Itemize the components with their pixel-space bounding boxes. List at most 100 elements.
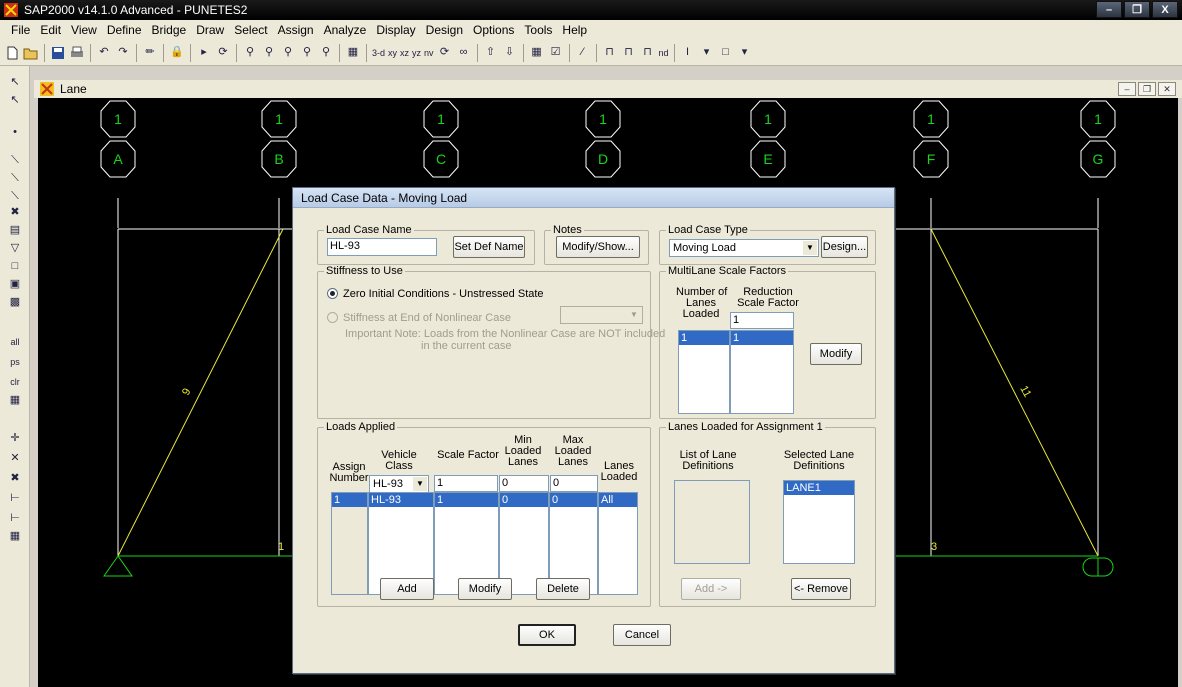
assign-number-list[interactable]: 1 [331, 492, 368, 595]
menu-edit[interactable]: Edit [35, 23, 66, 37]
quick-draw-frame-icon[interactable]: ⟍ [7, 170, 23, 186]
menu-analyze[interactable]: Analyze [319, 23, 372, 37]
vehicle-class-select[interactable]: HL-93 ▼ [369, 475, 429, 493]
nd-button[interactable]: nd [659, 48, 669, 58]
previous-selection-button[interactable]: ps [7, 354, 23, 370]
i-section-icon[interactable]: I [680, 45, 696, 61]
menu-draw[interactable]: Draw [191, 23, 229, 37]
new-file-icon[interactable] [4, 45, 20, 61]
delete-load-button[interactable]: Delete [536, 578, 590, 600]
draw-brace-icon[interactable]: ⟍ [7, 188, 23, 204]
draw-point-icon[interactable]: • [7, 124, 23, 140]
add-lane-button[interactable]: Add -> [681, 578, 741, 600]
table-row[interactable]: HL-93 [369, 493, 433, 507]
snap-perpendicular-icon[interactable]: ⊢ [7, 490, 23, 506]
reshape-icon[interactable]: ↖ [7, 92, 23, 108]
redo-icon[interactable]: ↷ [115, 45, 131, 61]
menu-assign[interactable]: Assign [273, 23, 319, 37]
snap-lines-icon[interactable]: ⊢ [7, 510, 23, 526]
select-all-button[interactable]: all [7, 334, 23, 350]
add-load-button[interactable]: Add [380, 578, 434, 600]
zoom-previous-icon[interactable]: ⚲ [318, 45, 334, 61]
units-icon[interactable]: ⁄ [575, 45, 591, 61]
dropdown-arrow-icon[interactable]: ▾ [737, 45, 753, 61]
modify-load-button[interactable]: Modify [458, 578, 512, 600]
table-row[interactable]: 1 [435, 493, 498, 507]
table-row[interactable]: 0 [500, 493, 548, 507]
run-icon[interactable]: ▸ [196, 45, 212, 61]
list-item[interactable]: 1 [731, 331, 793, 345]
zoom-window-icon[interactable]: ⚲ [242, 45, 258, 61]
menu-select[interactable]: Select [229, 23, 272, 37]
list-item[interactable]: 1 [679, 331, 729, 345]
intersecting-line-icon[interactable]: ▦ [7, 392, 23, 408]
modify-show-notes-button[interactable]: Modify/Show... [556, 236, 640, 258]
design-button[interactable]: Design... [821, 236, 868, 258]
load-case-type-select[interactable]: Moving Load ▼ [669, 239, 819, 257]
menu-design[interactable]: Design [421, 23, 468, 37]
child-restore-button[interactable]: ❐ [1138, 82, 1156, 96]
table-row[interactable]: 0 [550, 493, 597, 507]
max-loaded-lanes-input[interactable]: 0 [550, 475, 598, 492]
refresh-icon[interactable]: ⟳ [215, 45, 231, 61]
scale-factor-input[interactable]: 1 [730, 312, 794, 329]
draw-section-cut-icon[interactable]: ▤ [7, 222, 23, 238]
view-3d-button[interactable]: 3-d [372, 48, 385, 58]
table-row[interactable]: All [599, 493, 637, 507]
menu-tools[interactable]: Tools [519, 23, 557, 37]
table-row[interactable]: 1 [332, 493, 367, 507]
checkbox-icon[interactable]: ☑ [548, 45, 564, 61]
clear-selection-button[interactable]: clr [7, 374, 23, 390]
quick-draw-area-icon[interactable]: ▣ [7, 276, 23, 292]
frame-section-icon[interactable]: ⊓ [621, 45, 637, 61]
child-minimize-button[interactable]: – [1118, 82, 1136, 96]
lanes-loaded-list[interactable]: All [598, 492, 638, 595]
list-item[interactable]: LANE1 [784, 481, 854, 495]
snap-ends-icon[interactable]: ✕ [7, 450, 23, 466]
perspective-icon[interactable]: ∞ [456, 45, 472, 61]
pan-icon[interactable]: ▦ [345, 45, 361, 61]
nonlinear-case-select[interactable]: ▼ [560, 306, 643, 324]
set-def-name-button[interactable]: Set Def Name [453, 236, 525, 258]
undo-icon[interactable]: ↶ [96, 45, 112, 61]
menu-bridge[interactable]: Bridge [147, 23, 192, 37]
window-icon[interactable]: □ [718, 45, 734, 61]
pencil-icon[interactable]: ✏ [142, 45, 158, 61]
draw-frame-icon[interactable]: ⟍ [7, 152, 23, 168]
view-nv-button[interactable]: nv [424, 48, 434, 58]
load-case-name-input[interactable]: HL-93 [327, 238, 437, 256]
print-icon[interactable] [69, 45, 85, 61]
draw-rect-area-icon[interactable]: □ [7, 258, 23, 274]
save-icon[interactable] [50, 45, 66, 61]
snap-grid-icon[interactable]: ▦ [7, 528, 23, 544]
snap-intersections-icon[interactable]: ✖ [7, 470, 23, 486]
zoom-out-icon[interactable]: ⚲ [280, 45, 296, 61]
lane-definitions-list[interactable] [674, 480, 750, 564]
menu-define[interactable]: Define [102, 23, 147, 37]
draw-poly-area-icon[interactable]: ▽ [7, 240, 23, 256]
menu-options[interactable]: Options [468, 23, 519, 37]
ok-button[interactable]: OK [518, 624, 576, 646]
move-up-icon[interactable]: ⇧ [483, 45, 499, 61]
zero-initial-radio[interactable] [327, 288, 338, 299]
frame-icon[interactable]: ⊓ [602, 45, 618, 61]
rotate-icon[interactable]: ⟳ [437, 45, 453, 61]
move-down-icon[interactable]: ⇩ [502, 45, 518, 61]
lock-icon[interactable]: 🔒 [169, 45, 185, 61]
draw-solid-icon[interactable]: ▩ [7, 294, 23, 310]
view-yz-button[interactable]: yz [412, 48, 421, 58]
minimize-button[interactable]: – [1096, 1, 1122, 18]
vehicle-scale-factor-input[interactable]: 1 [434, 475, 498, 492]
menu-display[interactable]: Display [371, 23, 420, 37]
menu-help[interactable]: Help [557, 23, 592, 37]
selected-lanes-list[interactable]: LANE1 [783, 480, 855, 564]
frame-release-icon[interactable]: ⊓ [640, 45, 656, 61]
draw-cross-brace-icon[interactable]: ✖ [7, 204, 23, 220]
zoom-in-icon[interactable]: ⚲ [261, 45, 277, 61]
menu-file[interactable]: File [6, 23, 35, 37]
menu-view[interactable]: View [66, 23, 102, 37]
pointer-icon[interactable]: ↖ [7, 74, 23, 90]
remove-lane-button[interactable]: <- Remove [791, 578, 851, 600]
view-xz-button[interactable]: xz [400, 48, 409, 58]
zoom-fit-icon[interactable]: ⚲ [299, 45, 315, 61]
